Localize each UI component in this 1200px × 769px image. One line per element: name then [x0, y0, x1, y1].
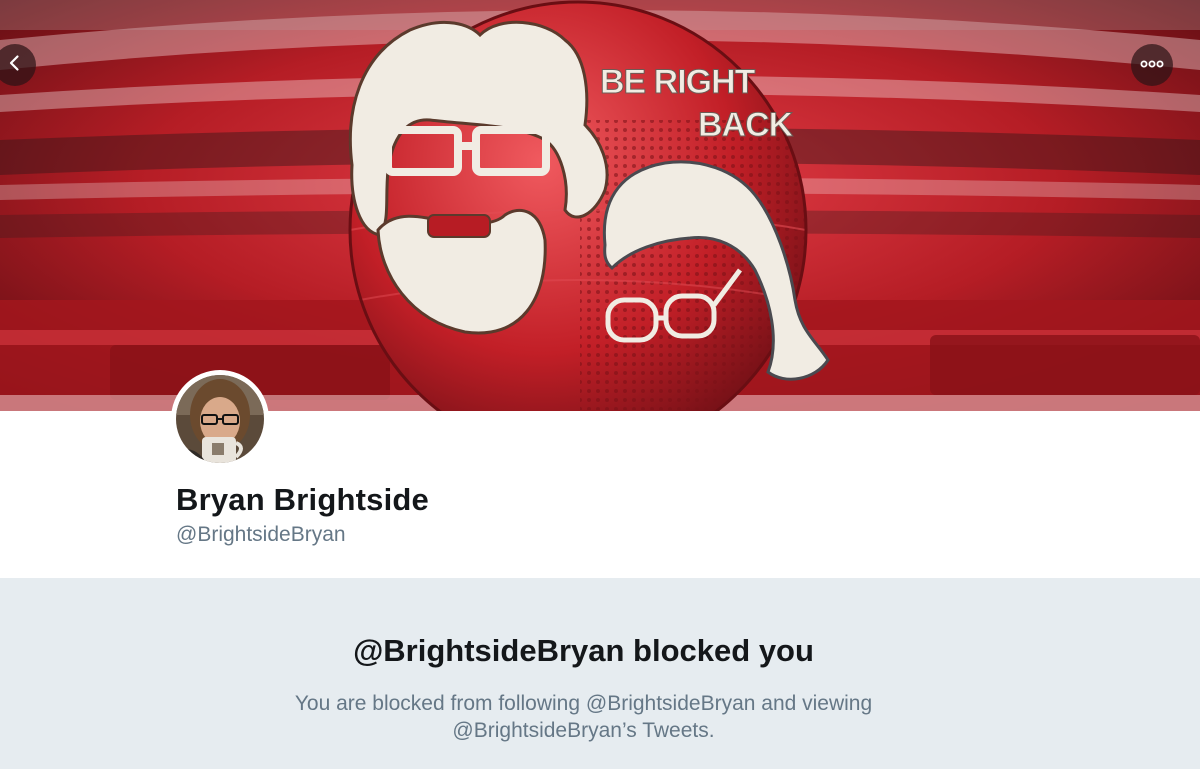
chevron-left-icon: [6, 54, 24, 77]
more-horizontal-icon: [1140, 56, 1164, 74]
profile-handle: @BrightsideBryan: [176, 523, 346, 546]
banner-headline-line1: BE RIGHT: [600, 63, 756, 101]
profile-page: BE RIGHT BACK Bryan Brightside @Brightsi…: [0, 0, 1200, 769]
avatar-image: [176, 375, 264, 463]
blocked-message: You are blocked from following @Brightsi…: [294, 692, 873, 742]
header-banner-image: BE RIGHT BACK: [0, 0, 1200, 411]
avatar[interactable]: [171, 370, 269, 468]
profile-display-name: Bryan Brightside: [176, 482, 429, 517]
blocked-title: @BrightsideBryan blocked you: [353, 633, 814, 668]
banner-headline-line2: BACK: [698, 106, 794, 144]
more-options-button[interactable]: [1131, 44, 1173, 86]
